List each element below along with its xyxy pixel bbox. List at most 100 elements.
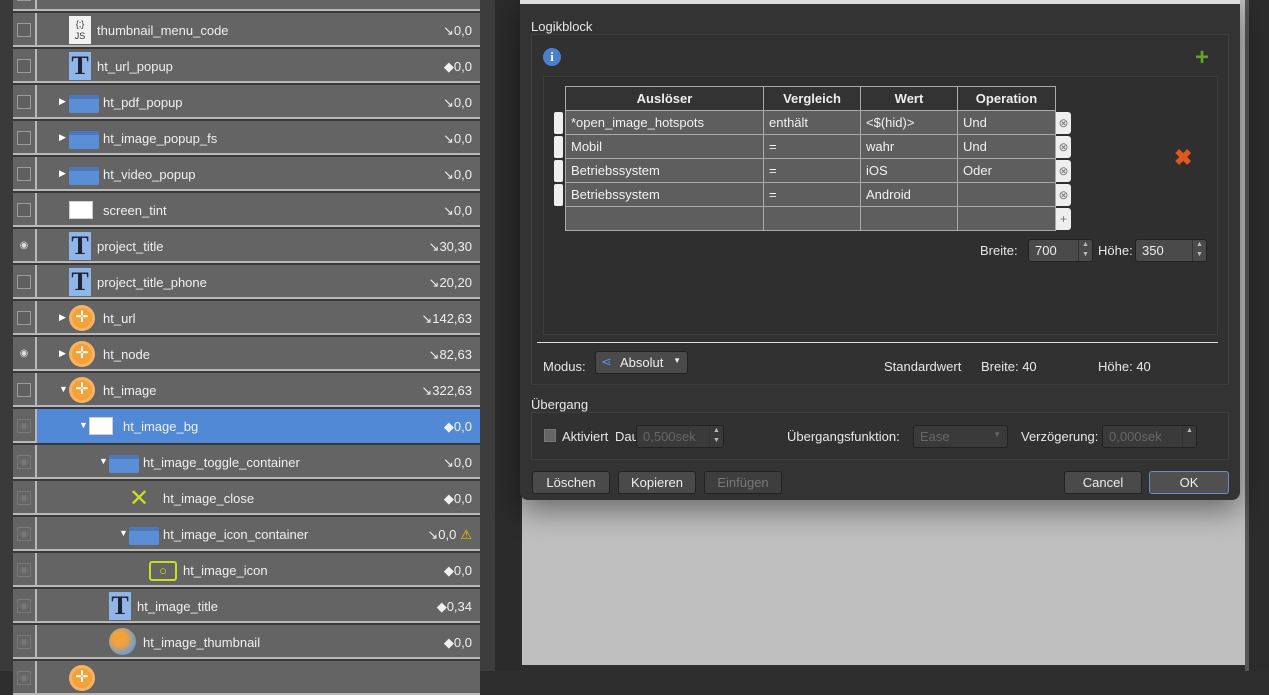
layer-cell[interactable]: ○ ht_image_icon ◆0,0 <box>37 553 480 587</box>
layer-row[interactable]: ▶ ✛ ht_url ↘142,63 <box>13 301 480 335</box>
eye-icon[interactable]: ◉ <box>17 239 31 253</box>
visibility-cell[interactable]: ◉ <box>13 661 37 695</box>
visibility-cell[interactable] <box>13 373 37 407</box>
expand-toggle-icon[interactable]: ▶ <box>59 168 66 179</box>
visibility-cell[interactable] <box>13 121 37 155</box>
breite-stepper[interactable]: ▲ ▼ <box>1078 240 1092 261</box>
layer-row[interactable]: ◉ ht_image_thumbnail ◆0,0 <box>13 625 480 659</box>
condition-cell[interactable]: Und <box>957 134 1056 159</box>
eye-icon[interactable]: ◉ <box>17 635 31 649</box>
remove-row-icon[interactable]: ⊗ <box>1056 184 1071 206</box>
layer-row[interactable]: ◉ ▶ ✛ ht_node ↘82,63 <box>13 337 480 371</box>
layer-cell[interactable]: ▶ ht_video_popup ↘0,0 <box>37 157 480 191</box>
condition-row[interactable]: *open_image_hotspots enthält <$(hid)> Und <box>565 110 1056 135</box>
layer-row[interactable]: ◉ ✛ <box>13 661 480 695</box>
layer-cell[interactable]: {;} JS thumbnail_menu_code ↘0,0 <box>37 13 480 47</box>
layer-cell[interactable]: ▼ ht_image_bg ◆0,0 <box>37 409 480 443</box>
visibility-cell[interactable]: ◉ <box>13 409 37 443</box>
drag-handle[interactable] <box>554 184 563 206</box>
paste-button[interactable]: Einfügen <box>704 471 782 494</box>
visibility-checkbox[interactable] <box>17 275 31 289</box>
visibility-cell[interactable]: ◉ <box>13 337 37 371</box>
eye-icon[interactable]: ◉ <box>17 455 31 469</box>
delay-stepper[interactable]: ▲ <box>1182 426 1196 447</box>
eye-icon[interactable]: ◉ <box>17 563 31 577</box>
remove-row-icon[interactable]: ⊗ <box>1056 112 1071 134</box>
visibility-cell[interactable]: ◉ <box>13 229 37 263</box>
eye-icon[interactable]: ◉ <box>17 599 31 613</box>
visibility-cell[interactable]: ◉ <box>13 625 37 659</box>
visibility-cell[interactable]: ◉ <box>13 553 37 587</box>
visibility-cell[interactable]: ◉ <box>13 517 37 551</box>
layer-row[interactable]: ◉ ○ ht_image_icon ◆0,0 <box>13 553 480 587</box>
expand-toggle-icon[interactable]: ▼ <box>79 420 88 430</box>
condition-cell[interactable]: = <box>763 182 861 207</box>
remove-row-icon[interactable]: ⊗ <box>1056 136 1071 158</box>
layer-row[interactable] <box>13 0 480 11</box>
layer-cell[interactable]: T project_title_phone ↘20,20 <box>37 265 480 299</box>
condition-cell[interactable] <box>565 206 764 231</box>
eye-icon[interactable]: ◉ <box>17 347 31 361</box>
add-row-icon[interactable]: + <box>1056 208 1071 230</box>
eye-icon[interactable]: ◉ <box>17 527 31 541</box>
visibility-cell[interactable]: ◉ <box>13 481 37 515</box>
visibility-checkbox[interactable] <box>17 311 31 325</box>
visibility-cell[interactable]: ◉ <box>13 589 37 623</box>
expand-toggle-icon[interactable]: ▶ <box>59 96 66 107</box>
layer-row[interactable]: T project_title_phone ↘20,20 <box>13 265 480 299</box>
expand-toggle-icon[interactable]: ▶ <box>59 132 66 143</box>
ok-button[interactable]: OK <box>1149 471 1229 494</box>
hoehe-stepper[interactable]: ▲ ▼ <box>1192 240 1206 261</box>
remove-block-icon[interactable]: ✖ <box>1174 145 1192 171</box>
aktiviert-checkbox[interactable] <box>544 429 556 442</box>
condition-cell[interactable]: Oder <box>957 158 1056 183</box>
layer-cell[interactable]: ▼ ht_image_icon_container ↘0,0 ⚠ <box>37 517 480 551</box>
drag-handle[interactable] <box>554 136 563 158</box>
layer-row[interactable]: ◉ ✕ ht_image_close ◆0,0 <box>13 481 480 515</box>
visibility-checkbox[interactable] <box>17 167 31 181</box>
layer-row[interactable]: ◉ ▼ ht_image_toggle_container ↘0,0 <box>13 445 480 479</box>
visibility-checkbox[interactable] <box>17 203 31 217</box>
layer-row[interactable]: ▶ ht_video_popup ↘0,0 <box>13 157 480 191</box>
layer-row[interactable]: ▶ ht_image_popup_fs ↘0,0 <box>13 121 480 155</box>
eye-icon[interactable]: ◉ <box>17 671 31 685</box>
cancel-button[interactable]: Cancel <box>1064 471 1142 494</box>
dauer-input[interactable]: 0,500sek ▲ ▼ <box>636 425 724 448</box>
visibility-cell[interactable] <box>13 193 37 227</box>
condition-cell[interactable]: = <box>763 134 861 159</box>
visibility-checkbox[interactable] <box>17 95 31 109</box>
dauer-stepper[interactable]: ▲ ▼ <box>709 426 723 447</box>
visibility-cell[interactable] <box>13 0 37 11</box>
condition-cell[interactable]: Und <box>957 110 1056 135</box>
drag-handle[interactable] <box>554 112 563 134</box>
copy-button[interactable]: Kopieren <box>618 471 696 494</box>
expand-toggle-icon[interactable]: ▼ <box>59 384 68 394</box>
visibility-cell[interactable] <box>13 13 37 47</box>
expand-toggle-icon[interactable]: ▼ <box>99 456 108 466</box>
info-icon[interactable]: i <box>543 48 561 66</box>
layer-cell[interactable]: ▶ ht_pdf_popup ↘0,0 <box>37 85 480 119</box>
eye-icon[interactable]: ◉ <box>17 491 31 505</box>
layer-cell[interactable]: ▼ ht_image_toggle_container ↘0,0 <box>37 445 480 479</box>
condition-cell[interactable]: enthält <box>763 110 861 135</box>
layer-cell[interactable]: ▶ ✛ ht_node ↘82,63 <box>37 337 480 371</box>
visibility-checkbox[interactable] <box>17 0 31 1</box>
drag-handle[interactable] <box>554 160 563 182</box>
visibility-checkbox[interactable] <box>17 131 31 145</box>
layer-row[interactable]: ▶ ht_pdf_popup ↘0,0 <box>13 85 480 119</box>
layer-cell[interactable]: ✕ ht_image_close ◆0,0 <box>37 481 480 515</box>
layer-row[interactable]: T ht_url_popup ◆0,0 <box>13 49 480 83</box>
add-icon[interactable]: + <box>1195 44 1209 72</box>
condition-row[interactable]: Betriebssystem = iOS Oder <box>565 158 1056 183</box>
layer-row[interactable]: ◉ ▼ ht_image_icon_container ↘0,0 ⚠ <box>13 517 480 551</box>
layer-cell[interactable]: screen_tint ↘0,0 <box>37 193 480 227</box>
condition-cell[interactable] <box>763 206 861 231</box>
condition-cell[interactable]: Betriebssystem <box>565 182 764 207</box>
condition-cell[interactable]: Android <box>860 182 958 207</box>
layer-cell[interactable]: ✛ <box>37 661 480 695</box>
layer-cell[interactable]: ▼ ✛ ht_image ↘322,63 <box>37 373 480 407</box>
layer-row[interactable]: {;} JS thumbnail_menu_code ↘0,0 <box>13 13 480 47</box>
panel-splitter[interactable] <box>480 0 495 671</box>
expand-toggle-icon[interactable]: ▶ <box>59 312 66 323</box>
expand-toggle-icon[interactable]: ▶ <box>59 348 66 359</box>
